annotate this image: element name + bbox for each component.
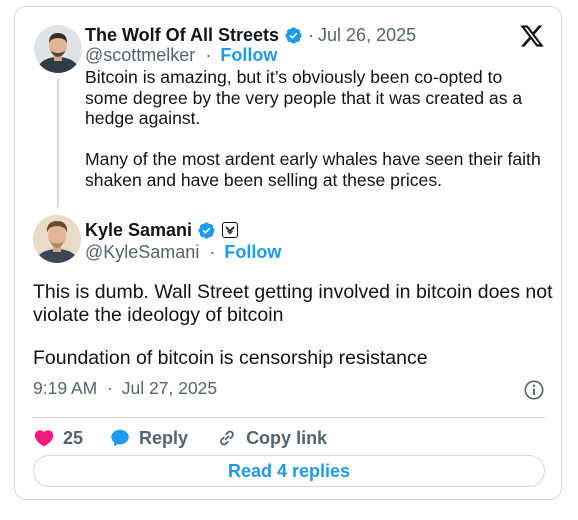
reply-button[interactable]: Reply: [109, 427, 188, 449]
main-avatar-image: [33, 215, 81, 263]
handle-separator: ·: [209, 242, 216, 262]
header-separator: ·: [308, 24, 315, 45]
parent-tweet-paragraph: Bitcoin is amazing, but it’s obviously b…: [85, 67, 523, 128]
main-tweet-header: Kyle Samani: [85, 219, 239, 241]
read-replies-button[interactable]: Read 4 replies: [33, 455, 545, 487]
tweet-timestamp[interactable]: 9:19 AM · Jul 27, 2025: [33, 378, 217, 399]
main-handle-row: @KyleSamani · Follow: [85, 242, 281, 263]
parent-author-name[interactable]: The Wolf Of All Streets: [85, 25, 279, 46]
tweet-date: Jul 27, 2025: [121, 378, 218, 398]
like-count: 25: [63, 427, 84, 448]
parent-tweet-date[interactable]: Jul 26, 2025: [318, 25, 416, 46]
main-author-handle[interactable]: @KyleSamani: [85, 242, 199, 262]
tweet-time: 9:19 AM: [33, 378, 98, 398]
timestamp-separator: ·: [107, 378, 113, 398]
actions-divider: [33, 417, 545, 418]
main-tweet-paragraph: Foundation of bitcoin is censorship resi…: [33, 347, 428, 369]
x-logo-icon[interactable]: [519, 23, 545, 49]
parent-tweet-header: The Wolf Of All Streets · Jul 26, 2025: [85, 23, 551, 47]
parent-tweet-text: Bitcoin is amazing, but it’s obviously b…: [85, 67, 545, 190]
verified-badge-icon: [284, 26, 303, 45]
copy-link-button[interactable]: Copy link: [216, 427, 327, 449]
verified-badge-icon: [197, 221, 216, 240]
like-button[interactable]: 25: [33, 427, 83, 449]
embedded-tweet-card: The Wolf Of All Streets · Jul 26, 2025 @…: [14, 6, 562, 500]
main-tweet-text: This is dumb. Wall Street getting involv…: [33, 281, 553, 370]
main-follow-button[interactable]: Follow: [224, 242, 281, 262]
reply-label: Reply: [139, 427, 189, 448]
parent-author-avatar[interactable]: [34, 25, 82, 73]
main-tweet-paragraph: This is dumb. Wall Street getting involv…: [33, 281, 553, 326]
speech-bubble-icon: [109, 427, 131, 449]
tweet-actions: 25 Reply Copy link: [33, 423, 327, 453]
main-author-name[interactable]: Kyle Samani: [85, 220, 192, 241]
parent-follow-button[interactable]: Follow: [220, 45, 277, 65]
parent-tweet-paragraph: Many of the most ardent early whales hav…: [85, 149, 541, 190]
thread-connector-line: [57, 79, 59, 207]
parent-author-handle[interactable]: @scottmelker: [85, 45, 195, 65]
handle-separator: ·: [205, 45, 212, 65]
parent-avatar-image: [34, 25, 82, 73]
affiliate-badge-icon[interactable]: [222, 222, 239, 238]
main-author-avatar[interactable]: [33, 215, 81, 263]
heart-icon: [33, 427, 55, 449]
link-icon: [216, 427, 238, 449]
info-icon[interactable]: [523, 379, 545, 401]
copy-link-label: Copy link: [246, 427, 328, 448]
parent-handle-row: @scottmelker · Follow: [85, 45, 277, 66]
